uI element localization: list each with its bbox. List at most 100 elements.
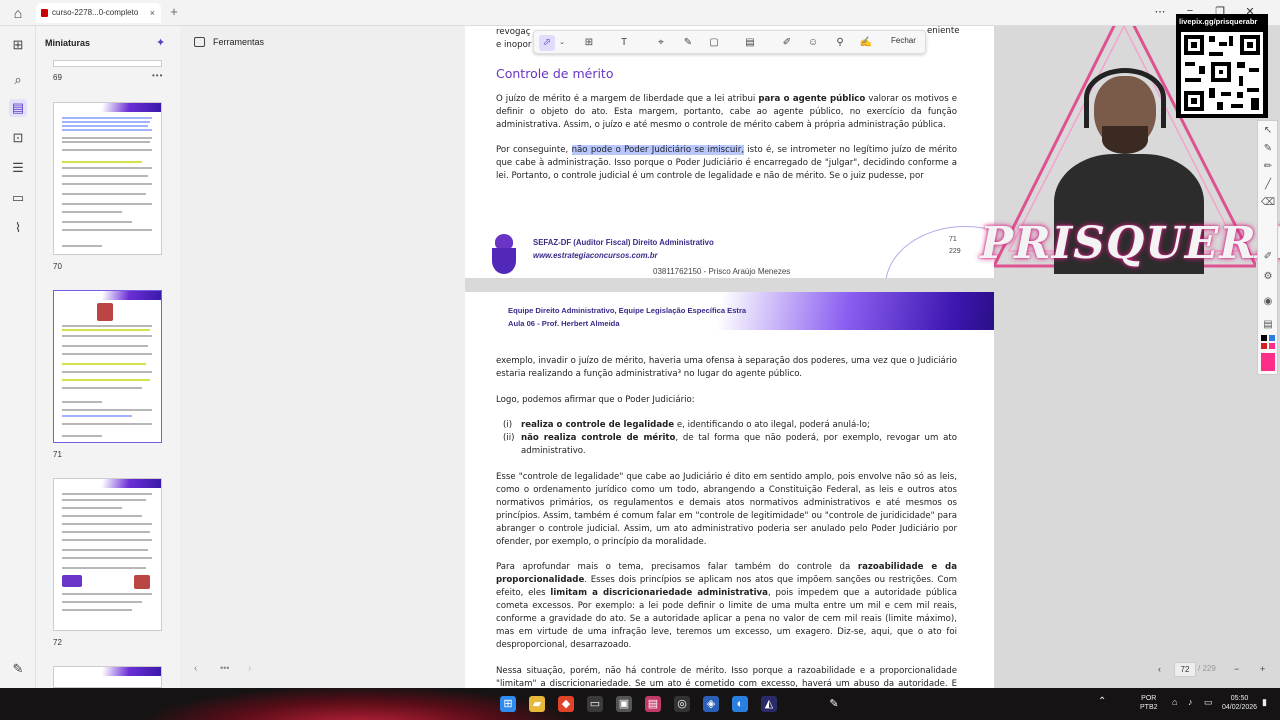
color-blue-swatch[interactable] <box>1269 335 1275 341</box>
text-box-icon[interactable]: ⊞ <box>581 35 597 51</box>
comments-icon[interactable]: ☰ <box>9 159 27 177</box>
obs-icon[interactable]: ◎ <box>674 696 690 712</box>
line-icon[interactable]: ╱ <box>1261 179 1275 191</box>
paragraph: Logo, podemos afirmar que o Poder Judici… <box>496 395 695 405</box>
clock[interactable]: 05:50 04/02/2026 <box>1222 694 1257 712</box>
thumbnail-page-69[interactable] <box>53 60 162 67</box>
sign-icon[interactable]: ⚲ <box>832 35 848 51</box>
browser-icon[interactable]: ◐ <box>732 696 748 712</box>
thumbnail-page-73[interactable] <box>53 666 162 688</box>
text-icon[interactable]: T <box>616 35 632 51</box>
vpn-icon[interactable]: ◈ <box>703 696 719 712</box>
brave-browser-icon[interactable]: ◆ <box>558 696 574 712</box>
camera-icon[interactable]: ◉ <box>1261 296 1275 308</box>
comment-icon[interactable]: ⌖ <box>653 35 669 51</box>
clipboard-icon[interactable]: ▤ <box>1261 319 1275 331</box>
pen-tray-icon[interactable]: ✎ <box>826 696 842 712</box>
thumbnail-page-71[interactable] <box>53 290 162 443</box>
browser-tab-bar: ⌂ curso-2278...0-completo × + ⋯ − ❐ ✕ <box>0 0 1280 26</box>
editor-icon[interactable]: ◭ <box>761 696 777 712</box>
new-tab-button[interactable]: + <box>166 4 182 20</box>
pdf-page-72: Equipe Direito Administrativo, Equipe Le… <box>465 292 994 688</box>
page-menu-icon[interactable]: ••• <box>152 71 163 80</box>
windows-taskbar: ⊞ ▰ ◆ ▭ ▣ ▤ ◎ ◈ ◐ ◭ ✎ ⌃ POR PTB2 ⌂ ♪ ▭ 05… <box>0 688 1280 720</box>
settings-icon[interactable]: ⚙ <box>1261 271 1275 283</box>
signature-icon[interactable]: ✍ <box>858 35 874 51</box>
pin-icon[interactable]: ✦ <box>156 36 165 49</box>
bookmark-icon[interactable]: ⊡ <box>9 129 27 147</box>
left-rail: ⊞ ⌕ ▤ ⊡ ☰ ▭ ⌇ ✎ <box>0 26 36 688</box>
pdf-icon <box>41 9 48 17</box>
tab-title: curso-2278...0-completo <box>52 8 139 17</box>
zoom-in-icon[interactable]: + <box>1260 664 1265 674</box>
tab-document[interactable]: curso-2278...0-completo × <box>36 3 161 23</box>
edit-icon[interactable]: ✎ <box>9 660 27 678</box>
eraser-icon[interactable]: ⌫ <box>1261 197 1275 209</box>
paragraph: exemplo, invadir o juízo de mérito, have… <box>496 356 957 379</box>
color-pink-swatch[interactable] <box>1269 343 1275 349</box>
list-number: (ii) <box>503 433 515 443</box>
language-indicator[interactable]: POR PTB2 <box>1140 694 1158 712</box>
select-icon[interactable]: ⬀ <box>539 35 555 51</box>
chevron-up-icon[interactable]: ⌃ <box>1098 697 1106 707</box>
shape-icon[interactable]: ▢ <box>706 35 722 51</box>
file-explorer-icon[interactable]: ▰ <box>529 696 545 712</box>
streamer-name: PRISQUERA <box>980 218 1280 269</box>
chevron-down-icon[interactable]: ⌄ <box>554 35 570 51</box>
pen-icon[interactable]: ✎ <box>1261 143 1275 155</box>
page-total-label: / 229 <box>1198 664 1216 673</box>
chevron-right-icon[interactable]: › <box>248 663 251 674</box>
thumbnails-panel: Miniaturas ✦ 69 ••• 70 71 72 <box>36 26 180 688</box>
page-number: 69 <box>53 73 62 82</box>
brush-icon[interactable]: ✐ <box>1261 251 1275 263</box>
page-number: 70 <box>53 262 62 271</box>
files-icon[interactable]: ▭ <box>9 189 27 207</box>
page-number-input[interactable]: 72 <box>1174 662 1196 677</box>
list-item: não realiza controle de mérito, de tal f… <box>521 433 957 456</box>
page-header-title: Equipe Direito Administrativo, Equipe Le… <box>508 306 747 315</box>
draw-icon[interactable]: ✎ <box>680 35 696 51</box>
cursor-icon[interactable]: ↖ <box>1261 125 1275 137</box>
app-icon[interactable]: ▣ <box>616 696 632 712</box>
battery-icon[interactable]: ▭ <box>1204 698 1213 707</box>
page-number: 72 <box>53 638 62 647</box>
qr-code-box: livepix.gg/prisquerabr <box>1176 14 1268 118</box>
paragraph: Nessa situação, porém, não há controle d… <box>496 666 957 688</box>
current-color-swatch[interactable] <box>1261 353 1275 371</box>
stamp-icon[interactable]: ✐ <box>779 35 795 51</box>
selected-text: não <box>571 145 591 155</box>
terminal-icon[interactable]: ▭ <box>587 696 603 712</box>
notification-icon[interactable]: ▮ <box>1262 698 1267 707</box>
tools-label[interactable]: Ferramentas <box>213 37 264 47</box>
qr-code-icon <box>1181 32 1263 114</box>
estrategia-logo <box>492 234 516 274</box>
thumbnail-page-70[interactable] <box>53 102 162 255</box>
zoom-out-icon[interactable]: − <box>1234 664 1239 674</box>
pdf-reader-icon[interactable]: ▤ <box>645 696 661 712</box>
network-icon[interactable]: ⌂ <box>1172 698 1177 707</box>
page-number: 71 <box>53 450 62 459</box>
start-icon[interactable]: ⊞ <box>500 696 516 712</box>
tab-close-icon[interactable]: × <box>150 3 155 23</box>
highlight-icon[interactable]: ▤ <box>742 35 758 51</box>
home-icon[interactable]: ⌂ <box>10 5 26 21</box>
color-red-swatch[interactable] <box>1261 343 1267 349</box>
previous-page-icon[interactable]: ‹ <box>1158 664 1161 674</box>
sticker-icon[interactable]: ☺ <box>805 35 821 51</box>
more-pages-icon[interactable]: ••• <box>220 663 229 673</box>
chevron-left-icon[interactable]: ‹ <box>194 663 197 674</box>
color-black-swatch[interactable] <box>1261 335 1267 341</box>
grid-icon[interactable]: ⊞ <box>9 36 27 54</box>
more-icon[interactable]: ⋯ <box>1152 5 1168 18</box>
pages-icon[interactable]: ▤ <box>9 99 27 117</box>
attachment-icon[interactable]: ⌇ <box>9 219 27 237</box>
search-icon[interactable]: ⌕ <box>9 71 27 89</box>
volume-icon[interactable]: ♪ <box>1188 698 1193 707</box>
thumbnail-page-72[interactable] <box>53 478 162 631</box>
close-toolbar-button[interactable]: Fechar <box>891 36 916 45</box>
paragraph: O juízo de mérito é a margem de liberdad… <box>496 94 957 130</box>
pencil-icon[interactable]: ✏ <box>1261 161 1275 173</box>
paragraph: Por conseguinte, não pode o Poder Judici… <box>496 145 958 181</box>
page-total: 229 <box>949 248 961 255</box>
tools-icon[interactable] <box>194 37 205 47</box>
